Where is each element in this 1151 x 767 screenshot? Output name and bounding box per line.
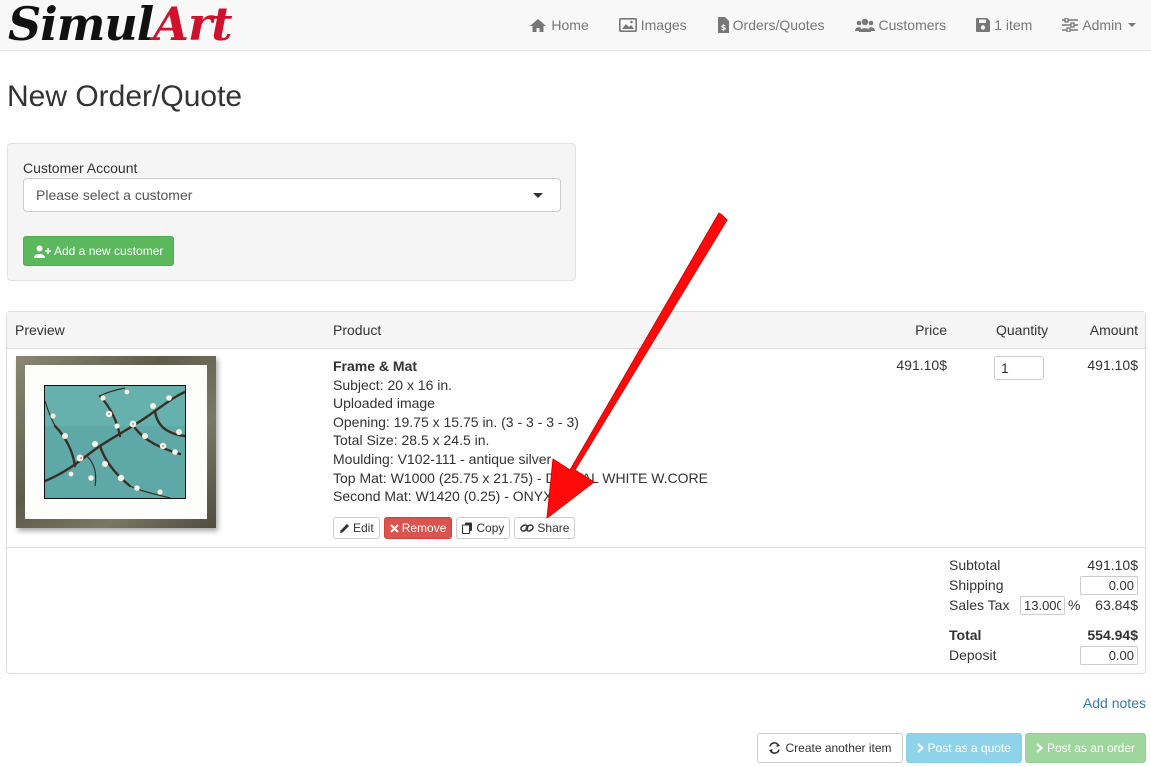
item-price: 491.10$ bbox=[896, 357, 947, 373]
deposit-input[interactable] bbox=[1080, 646, 1138, 665]
tax-percent-sign: % bbox=[1068, 597, 1081, 613]
header-quantity: Quantity bbox=[996, 322, 1049, 338]
header-price: Price bbox=[915, 322, 947, 338]
product-detail-line: Second Mat: W1420 (0.25) - ONYX bbox=[333, 488, 553, 505]
save-icon bbox=[976, 18, 991, 32]
item-amount: 491.10$ bbox=[1087, 357, 1138, 373]
create-another-item-button[interactable]: Create another item bbox=[757, 733, 903, 763]
nav-cart[interactable]: 1 item bbox=[961, 0, 1047, 50]
navbar: SimulArt Home Images $ Orders/Quotes Cus… bbox=[0, 0, 1151, 51]
row-divider bbox=[7, 547, 1145, 548]
main-nav: Home Images $ Orders/Quotes Customers 1 … bbox=[514, 0, 1151, 50]
sales-tax-value: 63.84$ bbox=[1095, 597, 1138, 613]
product-detail-line: Opening: 19.75 x 15.75 in. (3 - 3 - 3 - … bbox=[333, 413, 579, 430]
images-icon bbox=[618, 18, 637, 32]
nav-customers[interactable]: Customers bbox=[840, 0, 962, 50]
add-notes-link[interactable]: Add notes bbox=[1083, 695, 1146, 711]
remove-button[interactable]: Remove bbox=[383, 517, 453, 539]
frame-mat bbox=[25, 365, 207, 519]
order-items-table: Preview Product Price Quantity Amount Fr… bbox=[6, 311, 1146, 674]
copy-icon bbox=[462, 522, 473, 534]
sliders-icon bbox=[1062, 18, 1079, 32]
customer-panel: Customer Account Please select a custome… bbox=[7, 143, 576, 281]
copy-button[interactable]: Copy bbox=[456, 517, 511, 539]
users-icon bbox=[854, 18, 875, 32]
product-detail-line: Total Size: 28.5 x 24.5 in. bbox=[333, 432, 490, 449]
refresh-icon bbox=[769, 742, 781, 754]
product-name: Frame & Mat bbox=[333, 358, 418, 374]
product-detail-line: Subject: 20 x 16 in. bbox=[333, 376, 453, 393]
item-actions: Edit Remove Copy Share bbox=[333, 517, 576, 539]
artwork-image bbox=[44, 385, 186, 499]
nav-home[interactable]: Home bbox=[514, 0, 603, 50]
user-plus-icon bbox=[34, 245, 51, 258]
bottom-actions: Create another item Post as a quote Post… bbox=[757, 733, 1146, 763]
header-amount: Amount bbox=[1089, 322, 1138, 338]
dropdown-arrow-icon bbox=[533, 193, 543, 198]
chevron-right-icon bbox=[916, 743, 924, 753]
close-icon bbox=[389, 523, 399, 533]
brand-logo[interactable]: SimulArt bbox=[8, 0, 232, 50]
nav-images[interactable]: Images bbox=[604, 0, 702, 50]
share-button[interactable]: Share bbox=[514, 517, 576, 539]
product-detail-line: Top Mat: W1000 (25.75 x 21.75) - DIGITAL… bbox=[333, 469, 708, 486]
header-preview: Preview bbox=[15, 322, 65, 338]
product-detail-line: Moulding: V102-111 - antique silver bbox=[333, 450, 552, 467]
shipping-input[interactable] bbox=[1080, 576, 1138, 595]
product-details: Frame & Mat Subject: 20 x 16 in. Uploade… bbox=[333, 357, 708, 506]
customer-account-label: Customer Account bbox=[23, 160, 138, 176]
chevron-right-icon bbox=[1036, 743, 1043, 753]
svg-text:$: $ bbox=[720, 23, 726, 32]
edit-button[interactable]: Edit bbox=[333, 517, 380, 539]
pencil-icon bbox=[340, 523, 349, 533]
tax-rate-input[interactable] bbox=[1020, 596, 1065, 615]
page-title: New Order/Quote bbox=[7, 80, 243, 113]
table-header: Preview Product Price Quantity Amount bbox=[7, 312, 1145, 349]
sales-tax-label: Sales Tax bbox=[949, 597, 1010, 613]
nav-admin[interactable]: Admin bbox=[1047, 0, 1151, 50]
frame-preview-image bbox=[16, 356, 216, 528]
header-product: Product bbox=[333, 322, 382, 338]
deposit-label: Deposit bbox=[949, 647, 997, 663]
total-value: 554.94$ bbox=[1087, 627, 1138, 643]
product-detail-line: Uploaded image bbox=[333, 395, 435, 412]
shipping-label: Shipping bbox=[949, 577, 1004, 593]
invoice-dollar-icon: $ bbox=[717, 17, 729, 33]
subtotal-label: Subtotal bbox=[949, 557, 1001, 573]
post-as-quote-button[interactable]: Post as a quote bbox=[905, 733, 1022, 763]
customer-select-placeholder: Please select a customer bbox=[36, 187, 193, 203]
home-icon bbox=[530, 18, 547, 32]
nav-orders[interactable]: $ Orders/Quotes bbox=[702, 0, 840, 50]
add-customer-button[interactable]: Add a new customer bbox=[23, 236, 175, 266]
customer-select[interactable]: Please select a customer bbox=[23, 178, 561, 212]
link-icon bbox=[520, 524, 535, 532]
chevron-down-icon bbox=[1128, 23, 1136, 27]
subtotal-value: 491.10$ bbox=[1087, 557, 1138, 573]
total-label: Total bbox=[949, 627, 982, 643]
quantity-input[interactable] bbox=[994, 356, 1044, 380]
post-as-order-button[interactable]: Post as an order bbox=[1024, 733, 1146, 763]
